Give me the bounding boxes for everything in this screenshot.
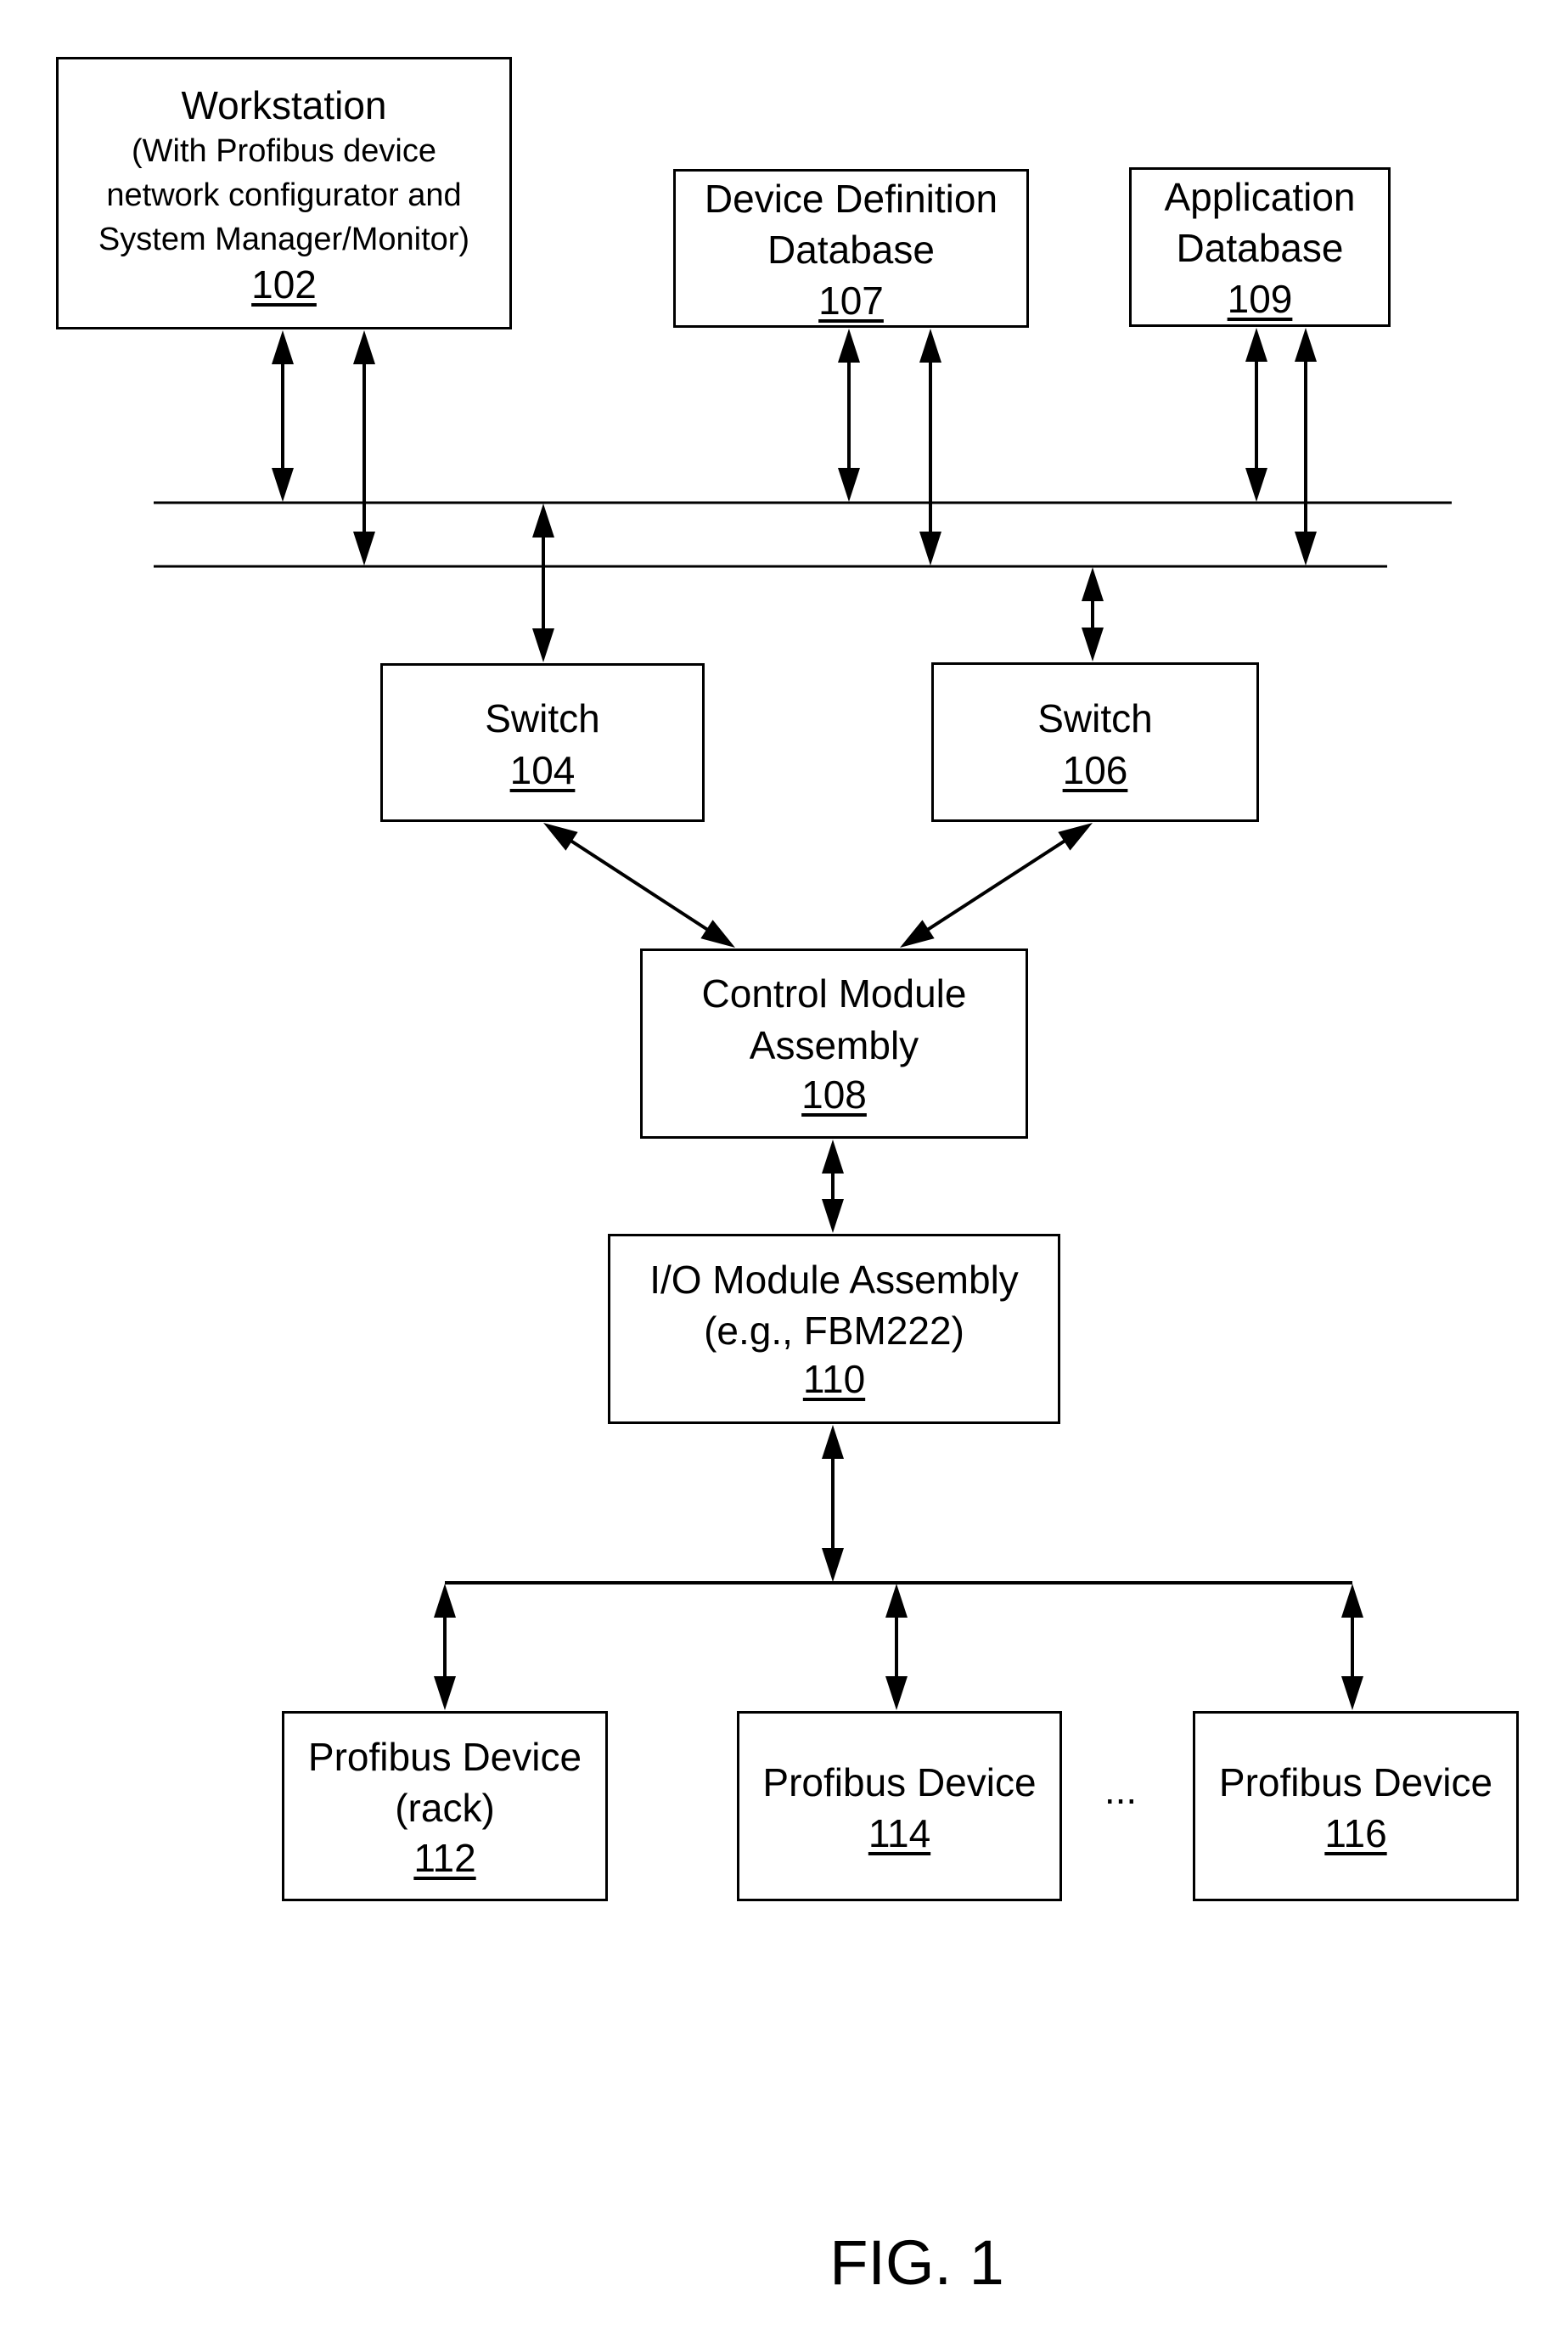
ref-104: 104 bbox=[509, 748, 576, 792]
arrowhead-icon bbox=[353, 532, 375, 566]
box-label-line: Control Module bbox=[701, 971, 967, 1016]
arrow-bus-device116 bbox=[1341, 1584, 1363, 1710]
arrow-bus-device112 bbox=[434, 1584, 456, 1710]
box-label-line: Database bbox=[1176, 226, 1344, 270]
reference-numeral: 106 bbox=[934, 751, 1256, 790]
arrow-bus1-switch104 bbox=[532, 504, 554, 662]
reference-numeral: 104 bbox=[383, 751, 702, 790]
ref-106: 106 bbox=[1062, 748, 1128, 792]
arrowhead-icon bbox=[1341, 1676, 1363, 1710]
arrowhead-icon bbox=[919, 329, 941, 363]
arrowhead-icon bbox=[1295, 328, 1317, 362]
box-label-line: Profibus Device bbox=[1218, 1760, 1493, 1804]
arrowhead-icon bbox=[543, 823, 578, 851]
connector-line bbox=[925, 837, 1068, 933]
reference-numeral: 102 bbox=[59, 265, 509, 304]
arrowhead-icon bbox=[838, 329, 860, 363]
control-module-assembly-box: Control Module Assembly 108 bbox=[640, 948, 1028, 1139]
box-label-line: Profibus Device bbox=[762, 1760, 1037, 1804]
workstation-subtitle-line: (With Profibus device bbox=[131, 133, 436, 169]
box-label-line: Profibus Device bbox=[307, 1735, 582, 1779]
figure-label: FIG. 1 bbox=[829, 2227, 1004, 2298]
workstation-title: Workstation bbox=[181, 83, 387, 127]
reference-numeral: 109 bbox=[1132, 279, 1388, 318]
reference-numeral: 107 bbox=[676, 281, 1026, 320]
arrowhead-icon bbox=[434, 1584, 456, 1618]
arrow-devdef-bus2 bbox=[919, 329, 941, 566]
arrowhead-icon bbox=[532, 628, 554, 662]
profibus-device-116-box: Profibus Device 116 bbox=[1193, 1711, 1519, 1901]
box-label-line: (rack) bbox=[395, 1786, 495, 1830]
reference-numeral: 108 bbox=[643, 1075, 1026, 1114]
application-database-box: Application Database 109 bbox=[1129, 167, 1391, 327]
arrowhead-icon bbox=[822, 1425, 844, 1459]
connection-layer bbox=[154, 328, 1452, 1710]
ref-116: 116 bbox=[1324, 1811, 1387, 1855]
ref-102: 102 bbox=[251, 262, 317, 307]
arrowhead-icon bbox=[822, 1140, 844, 1174]
io-module-assembly-box: I/O Module Assembly (e.g., FBM222) 110 bbox=[608, 1234, 1060, 1424]
reference-numeral: 116 bbox=[1195, 1814, 1516, 1853]
arrow-workstation-bus1 bbox=[272, 330, 294, 502]
switch-104-box: Switch 104 bbox=[380, 663, 705, 822]
reference-numeral: 112 bbox=[284, 1838, 605, 1877]
box-label-line: Switch bbox=[1037, 696, 1153, 740]
ref-112: 112 bbox=[413, 1836, 476, 1880]
arrowhead-icon bbox=[900, 920, 935, 948]
arrowhead-icon bbox=[885, 1676, 908, 1710]
box-label-line: (e.g., FBM222) bbox=[704, 1309, 964, 1353]
arrow-io-profibus-bus bbox=[822, 1425, 844, 1582]
arrow-switch104-cma bbox=[543, 823, 735, 948]
arrow-appdb-bus1 bbox=[1245, 328, 1267, 502]
profibus-device-114-box: Profibus Device 114 bbox=[737, 1711, 1062, 1901]
box-label-line: Application bbox=[1164, 175, 1356, 219]
arrowhead-icon bbox=[1082, 567, 1104, 601]
arrowhead-icon bbox=[1245, 468, 1267, 502]
box-label-line: Assembly bbox=[749, 1023, 919, 1067]
arrowhead-icon bbox=[532, 504, 554, 538]
arrowhead-icon bbox=[700, 920, 735, 948]
arrow-bus-device114 bbox=[885, 1584, 908, 1710]
box-label-line: I/O Module Assembly bbox=[649, 1258, 1019, 1302]
arrowhead-icon bbox=[353, 330, 375, 364]
arrowhead-icon bbox=[434, 1676, 456, 1710]
arrow-workstation-bus2 bbox=[353, 330, 375, 566]
box-label-line: Device Definition bbox=[704, 177, 998, 221]
ref-108: 108 bbox=[801, 1072, 867, 1117]
ref-107: 107 bbox=[818, 279, 884, 323]
arrowhead-icon bbox=[1295, 532, 1317, 566]
ref-110: 110 bbox=[802, 1357, 866, 1401]
switch-106-box: Switch 106 bbox=[931, 662, 1259, 822]
box-label-line: Database bbox=[767, 228, 935, 272]
arrowhead-icon bbox=[919, 532, 941, 566]
arrow-switch106-cma bbox=[900, 823, 1093, 948]
ref-109: 109 bbox=[1227, 277, 1293, 321]
ref-114: 114 bbox=[868, 1811, 931, 1855]
arrowhead-icon bbox=[272, 330, 294, 364]
arrowhead-icon bbox=[1341, 1584, 1363, 1618]
arrow-devdef-bus1 bbox=[838, 329, 860, 502]
arrowhead-icon bbox=[838, 468, 860, 502]
workstation-subtitle-line: network configurator and bbox=[106, 177, 462, 213]
arrow-bus2-switch106 bbox=[1082, 567, 1104, 661]
arrowhead-icon bbox=[272, 468, 294, 502]
diagram-canvas: Workstation (With Profibus device networ… bbox=[0, 0, 1568, 2336]
box-label-line: Switch bbox=[485, 696, 600, 740]
arrowhead-icon bbox=[1082, 628, 1104, 661]
reference-numeral: 110 bbox=[610, 1359, 1058, 1399]
device-definition-database-box: Device Definition Database 107 bbox=[673, 169, 1029, 328]
workstation-subtitle-line: System Manager/Monitor) bbox=[98, 222, 470, 257]
arrowhead-icon bbox=[1058, 823, 1093, 851]
arrowhead-icon bbox=[822, 1199, 844, 1233]
profibus-device-112-box: Profibus Device (rack) 112 bbox=[282, 1711, 608, 1901]
arrow-appdb-bus2 bbox=[1295, 328, 1317, 566]
arrow-cma-io bbox=[822, 1140, 844, 1233]
arrowhead-icon bbox=[822, 1548, 844, 1582]
arrowhead-icon bbox=[885, 1584, 908, 1618]
reference-numeral: 114 bbox=[739, 1814, 1059, 1853]
workstation-box: Workstation (With Profibus device networ… bbox=[56, 57, 512, 329]
connector-line bbox=[568, 837, 711, 933]
ellipsis-more-devices: ... bbox=[1104, 1768, 1138, 1812]
arrowhead-icon bbox=[1245, 328, 1267, 362]
